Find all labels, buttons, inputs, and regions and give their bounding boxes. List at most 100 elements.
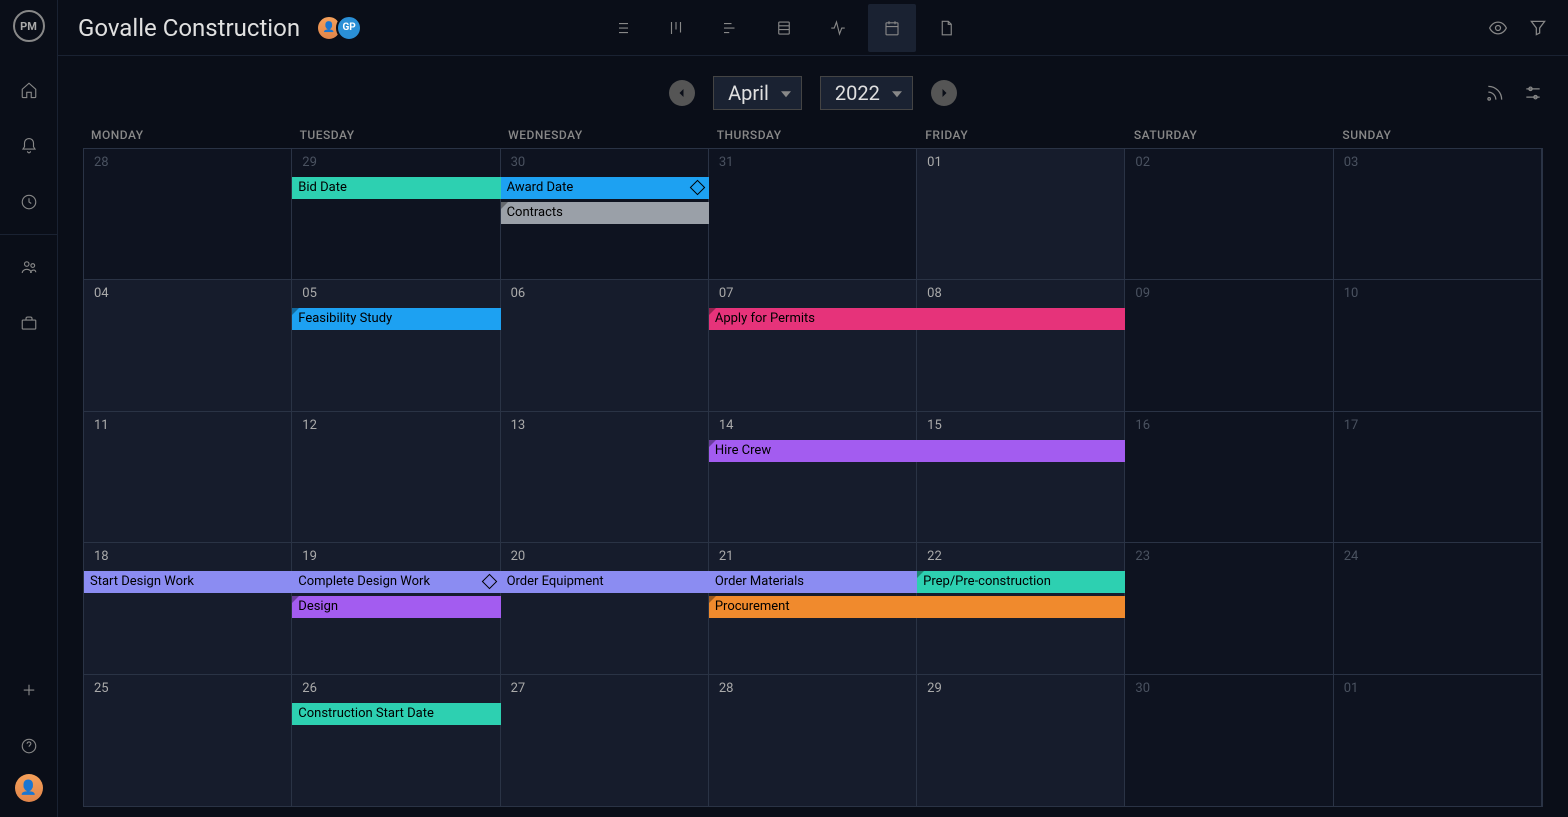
day-header: SUNDAY — [1334, 128, 1543, 142]
calendar-row: 18192021222324Start Design WorkComplete … — [84, 543, 1542, 674]
day-number: 25 — [84, 675, 291, 702]
calendar-cell[interactable]: 29 — [917, 675, 1125, 806]
prev-month-button[interactable] — [669, 80, 695, 106]
calendar-cell[interactable]: 27 — [501, 675, 709, 806]
calendar-cell[interactable]: 26 — [292, 675, 500, 806]
day-number: 14 — [709, 412, 916, 439]
calendar-cell[interactable]: 28 — [709, 675, 917, 806]
calendar-cell[interactable]: 30 — [1125, 675, 1333, 806]
logo-pm[interactable]: PM — [13, 10, 45, 42]
calendar-cell[interactable]: 03 — [1334, 149, 1542, 279]
activity-view-icon[interactable] — [814, 4, 862, 52]
calendar-event[interactable]: Order Equipment — [501, 571, 709, 593]
day-number: 24 — [1334, 543, 1541, 570]
sheet-view-icon[interactable] — [760, 4, 808, 52]
avatar-2[interactable]: GP — [336, 15, 362, 41]
calendar-cell[interactable]: 07 — [709, 280, 917, 410]
calendar-cell[interactable]: 02 — [1125, 149, 1333, 279]
rss-icon[interactable] — [1485, 83, 1505, 103]
calendar-cell[interactable]: 04 — [84, 280, 292, 410]
calendar-cell[interactable]: 05 — [292, 280, 500, 410]
home-icon[interactable] — [9, 70, 49, 110]
calendar: April 2022 MONDAY TUESDAY WEDNESDAY THUR… — [58, 56, 1568, 817]
avatar-group[interactable]: 👤 GP — [316, 15, 362, 41]
day-number: 30 — [1125, 675, 1332, 702]
day-header: MONDAY — [83, 128, 292, 142]
main: Govalle Construction 👤 GP April 2022 — [58, 0, 1568, 817]
calendar-view-icon[interactable] — [868, 4, 916, 52]
calendar-cell[interactable]: 01 — [917, 149, 1125, 279]
calendar-event[interactable]: Feasibility Study — [292, 308, 500, 330]
calendar-cell[interactable]: 25 — [84, 675, 292, 806]
calendar-row: 04050607080910 Feasibility Study Apply for… — [84, 280, 1542, 411]
day-header: SATURDAY — [1126, 128, 1335, 142]
calendar-cell[interactable]: 31 — [709, 149, 917, 279]
calendar-cell[interactable]: 11 — [84, 412, 292, 542]
bell-icon[interactable] — [9, 126, 49, 166]
year-select[interactable]: 2022 — [820, 76, 913, 110]
calendar-cell[interactable]: 06 — [501, 280, 709, 410]
calendar-cell[interactable]: 20 — [501, 543, 709, 673]
calendar-cell[interactable]: 10 — [1334, 280, 1542, 410]
next-month-button[interactable] — [931, 80, 957, 106]
settings-sliders-icon[interactable] — [1523, 83, 1543, 103]
calendar-event[interactable]: Complete Design Work — [292, 571, 500, 593]
team-icon[interactable] — [9, 247, 49, 287]
day-number: 04 — [84, 280, 291, 307]
clock-icon[interactable] — [9, 182, 49, 222]
calendar-cell[interactable]: 28 — [84, 149, 292, 279]
day-number: 06 — [501, 280, 708, 307]
day-number: 30 — [501, 149, 708, 176]
topbar-actions — [1488, 18, 1548, 38]
day-number: 26 — [292, 675, 499, 702]
eye-icon[interactable] — [1488, 18, 1508, 38]
calendar-cell[interactable]: 23 — [1125, 543, 1333, 673]
calendar-cell[interactable]: 16 — [1125, 412, 1333, 542]
calendar-cell[interactable]: 24 — [1334, 543, 1542, 673]
filter-icon[interactable] — [1528, 18, 1548, 38]
user-avatar[interactable]: 👤 — [15, 774, 43, 802]
day-number: 29 — [917, 675, 1124, 702]
calendar-cell[interactable]: 15 — [917, 412, 1125, 542]
calendar-event[interactable]: Start Design Work — [84, 571, 292, 593]
divider — [0, 234, 57, 235]
gantt-view-icon[interactable] — [706, 4, 754, 52]
calendar-cell[interactable]: 09 — [1125, 280, 1333, 410]
calendar-cell[interactable]: 18 — [84, 543, 292, 673]
calendar-event[interactable]: Hire Crew — [709, 440, 1126, 462]
calendar-event[interactable]: Order Materials — [709, 571, 917, 593]
calendar-event[interactable]: Bid Date — [292, 177, 500, 199]
plus-icon[interactable] — [9, 670, 49, 710]
calendar-event[interactable]: Apply for Permits — [709, 308, 1126, 330]
day-headers: MONDAY TUESDAY WEDNESDAY THURSDAY FRIDAY… — [83, 128, 1543, 142]
calendar-event[interactable]: Procurement — [709, 596, 1126, 618]
day-number: 22 — [917, 543, 1124, 570]
day-number: 02 — [1125, 149, 1332, 176]
month-select[interactable]: April — [713, 76, 802, 110]
calendar-cell[interactable]: 14 — [709, 412, 917, 542]
day-number: 19 — [292, 543, 499, 570]
view-switcher — [598, 4, 970, 52]
calendar-event[interactable]: Contracts — [501, 202, 709, 224]
calendar-event[interactable]: Award Date — [501, 177, 709, 199]
calendar-cell[interactable]: 13 — [501, 412, 709, 542]
calendar-cell[interactable]: 08 — [917, 280, 1125, 410]
day-number: 20 — [501, 543, 708, 570]
calendar-event[interactable]: Construction Start Date — [292, 703, 500, 725]
help-icon[interactable] — [9, 726, 49, 766]
calendar-cell[interactable]: 12 — [292, 412, 500, 542]
calendar-cell[interactable]: 29 — [292, 149, 500, 279]
calendar-cell[interactable]: 01 — [1334, 675, 1542, 806]
briefcase-icon[interactable] — [9, 303, 49, 343]
calendar-cell[interactable]: 17 — [1334, 412, 1542, 542]
calendar-row: 28293031010203 Bid DateAward Date Contract… — [84, 149, 1542, 280]
day-header: TUESDAY — [292, 128, 501, 142]
calendar-event[interactable]: Design — [292, 596, 500, 618]
day-number: 16 — [1125, 412, 1332, 439]
board-view-icon[interactable] — [652, 4, 700, 52]
day-number: 27 — [501, 675, 708, 702]
file-view-icon[interactable] — [922, 4, 970, 52]
calendar-event[interactable]: Prep/Pre-construction — [917, 571, 1125, 593]
day-number: 13 — [501, 412, 708, 439]
list-view-icon[interactable] — [598, 4, 646, 52]
